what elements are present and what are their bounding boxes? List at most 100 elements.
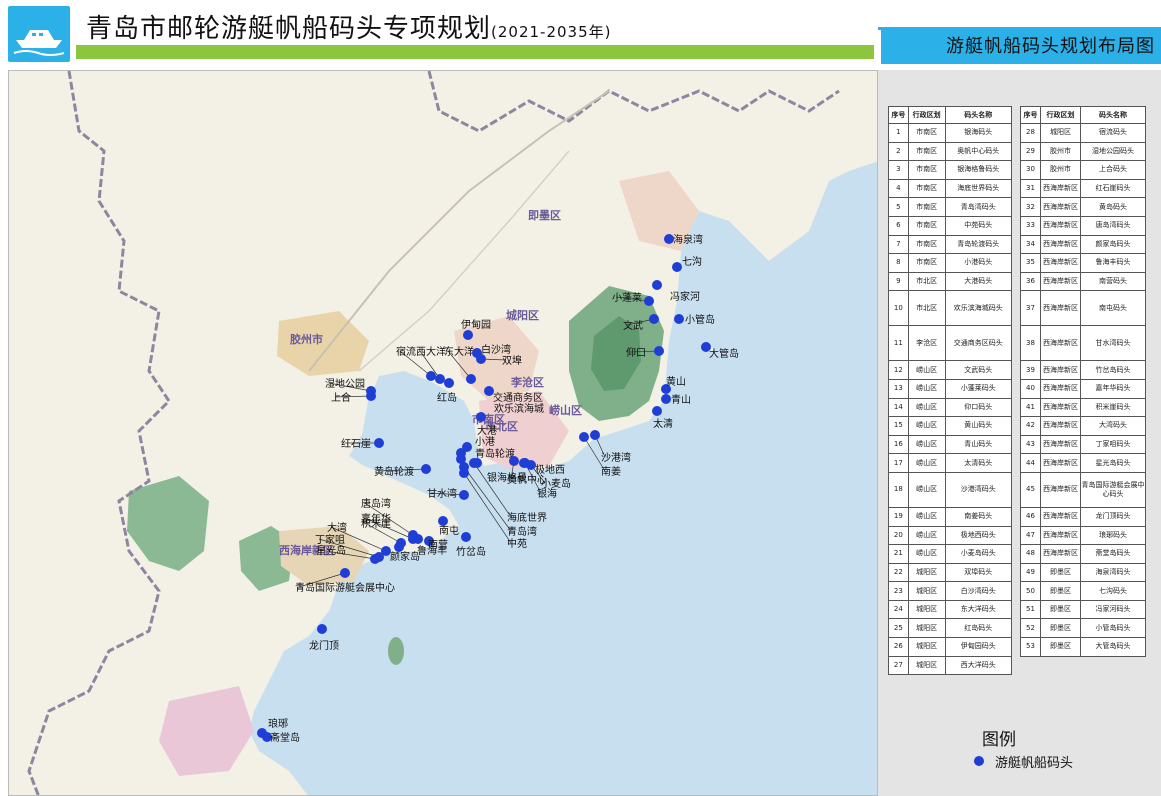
table-row: 30 胶州市 上合码头: [1020, 160, 1146, 180]
pier-marker[interactable]: [579, 432, 589, 442]
pier-label: 丁家咀: [315, 533, 345, 546]
pier-marker[interactable]: [644, 296, 654, 306]
pier-marker[interactable]: [509, 456, 519, 466]
table-row: 33 西海岸新区 唐岛湾码头: [1020, 215, 1146, 236]
pier-label: 红岛: [437, 391, 457, 404]
table-row: 51 即墨区 冯家河码头: [1020, 599, 1146, 620]
logo: [8, 6, 70, 62]
table-cell-no: 37: [1020, 290, 1041, 327]
pier-marker[interactable]: [476, 354, 486, 364]
table-cell-no: 25: [888, 618, 909, 639]
pier-marker[interactable]: [652, 406, 662, 416]
table-cell-no: 51: [1020, 599, 1041, 620]
pier-marker[interactable]: [674, 314, 684, 324]
table-cell-district: 即墨区: [1040, 599, 1081, 620]
table-cell-no: 48: [1020, 544, 1041, 564]
pier-marker[interactable]: [366, 391, 376, 401]
table-row: 23 城阳区 白沙湾码头: [888, 581, 1013, 601]
table-cell-no: 33: [1020, 215, 1041, 236]
pier-marker[interactable]: [459, 468, 469, 478]
table-row: 31 西海岸新区 红石崖码头: [1020, 178, 1146, 199]
pier-table-right: 序号 行政区划 码头名称 28 城阳区 宿流码头 29 胶州市 湿地公园码头 30 胶州市 上合…: [1020, 106, 1146, 657]
map-view[interactable]: 即墨区 胶州市 城阳区 李沧区 崂山区 市北区 市南区 西海岸新区 海泉湾 七沟 小蓬莱 冯家河 小管…: [8, 70, 878, 796]
pier-marker[interactable]: [654, 346, 664, 356]
table-cell-name: 中苑码头: [944, 215, 1013, 236]
pier-label: 大湾: [327, 521, 347, 534]
table-cell-district: 崂山区: [907, 506, 946, 527]
pier-label: 青山: [671, 393, 691, 406]
pier-marker[interactable]: [520, 458, 530, 468]
legend-dot-icon: [974, 756, 984, 766]
table-cell-district: 市南区: [907, 215, 946, 236]
pier-marker[interactable]: [438, 516, 448, 526]
table-row: 42 西海岸新区 大湾码头: [1020, 416, 1146, 436]
table-cell-no: 44: [1020, 453, 1041, 473]
table-cell-no: 46: [1020, 506, 1041, 527]
pier-marker[interactable]: [672, 262, 682, 272]
table-cell-name: 龙门顶码头: [1080, 506, 1146, 527]
table-cell-district: 城阳区: [907, 581, 946, 601]
table-row: 40 西海岸新区 嘉年华码头: [1020, 378, 1146, 399]
table-cell-district: 即墨区: [1040, 637, 1081, 657]
table-cell-name: 嘉年华码头: [1080, 378, 1146, 399]
pier-label: 冯家河: [670, 290, 700, 303]
pier-marker[interactable]: [421, 464, 431, 474]
table-header-row: 序号 行政区划 码头名称: [888, 106, 1013, 124]
table-cell-district: 市南区: [907, 141, 946, 162]
pier-marker[interactable]: [426, 371, 436, 381]
table-row: 13 崂山区 小蓬莱码头: [888, 378, 1013, 399]
pier-marker[interactable]: [652, 280, 662, 290]
pier-marker[interactable]: [463, 330, 473, 340]
pier-label: 宿流: [396, 345, 416, 358]
table-row: 48 西海岸新区 斋堂岛码头: [1020, 544, 1146, 564]
table-cell-name: 双埠码头: [944, 562, 1013, 583]
table-row: 7 市南区 青岛轮渡码头: [888, 234, 1013, 255]
table-cell-no: 9: [888, 271, 909, 292]
pier-marker[interactable]: [394, 542, 404, 552]
table-cell-district: 西海岸新区: [1040, 325, 1081, 362]
table-cell-name: 青岛湾码头: [944, 197, 1013, 217]
table-cell-district: 城阳区: [907, 562, 946, 583]
table-cell-district: 市南区: [907, 253, 946, 273]
map-canvas: 即墨区胶州市城阳区李沧区崂山区市北区市南区西海岸新区 海泉湾七沟小蓬莱 冯家河小管…: [9, 71, 877, 795]
table-cell-name: 青岛国际游艇会展中心码头: [1080, 471, 1146, 508]
pier-marker[interactable]: [374, 438, 384, 448]
pier-marker[interactable]: [370, 554, 380, 564]
pier-marker[interactable]: [444, 378, 454, 388]
table-row: 36 西海岸新区 南营码头: [1020, 271, 1146, 292]
pier-marker[interactable]: [413, 534, 423, 544]
pier-label: 黄岛轮渡: [374, 465, 414, 478]
table-cell-no: 11: [888, 325, 909, 362]
pier-label: 甘水湾: [427, 487, 457, 500]
table-cell-no: 45: [1020, 471, 1041, 508]
pier-marker[interactable]: [469, 458, 479, 468]
pier-label: 银海: [537, 487, 557, 500]
pier-marker[interactable]: [649, 314, 659, 324]
pier-marker[interactable]: [317, 624, 327, 634]
table-cell-district: 西海岸新区: [1040, 378, 1081, 399]
table-cell-district: 胶州市: [1040, 141, 1081, 162]
table-cell-name: 积米崖码头: [1080, 397, 1146, 418]
table-cell-no: 6: [888, 215, 909, 236]
pier-marker[interactable]: [340, 568, 350, 578]
pier-marker[interactable]: [661, 394, 671, 404]
table-cell-no: 34: [1020, 234, 1041, 255]
pier-marker[interactable]: [466, 374, 476, 384]
table-cell-district: 即墨区: [1040, 562, 1081, 583]
table-cell-name: 太清码头: [944, 453, 1013, 473]
pier-marker[interactable]: [590, 430, 600, 440]
table-cell-no: 39: [1020, 360, 1041, 380]
table-row: 53 即墨区 大管岛码头: [1020, 637, 1146, 657]
pier-label: 海泉湾: [673, 233, 703, 246]
table-row: 19 崂山区 南姜码头: [888, 506, 1013, 527]
table-cell-name: 斋堂岛码头: [1080, 544, 1146, 564]
table-cell-district: 西海岸新区: [1040, 234, 1081, 255]
pier-label: 太清: [653, 417, 673, 430]
pier-marker[interactable]: [476, 412, 486, 422]
pier-marker[interactable]: [461, 532, 471, 542]
table-cell-name: 伊甸园码头: [944, 637, 1013, 657]
table-row: 43 西海岸新区 丁家咀码头: [1020, 434, 1146, 455]
pier-marker[interactable]: [435, 374, 445, 384]
pier-marker[interactable]: [459, 490, 469, 500]
table-row: 17 崂山区 太清码头: [888, 453, 1013, 473]
